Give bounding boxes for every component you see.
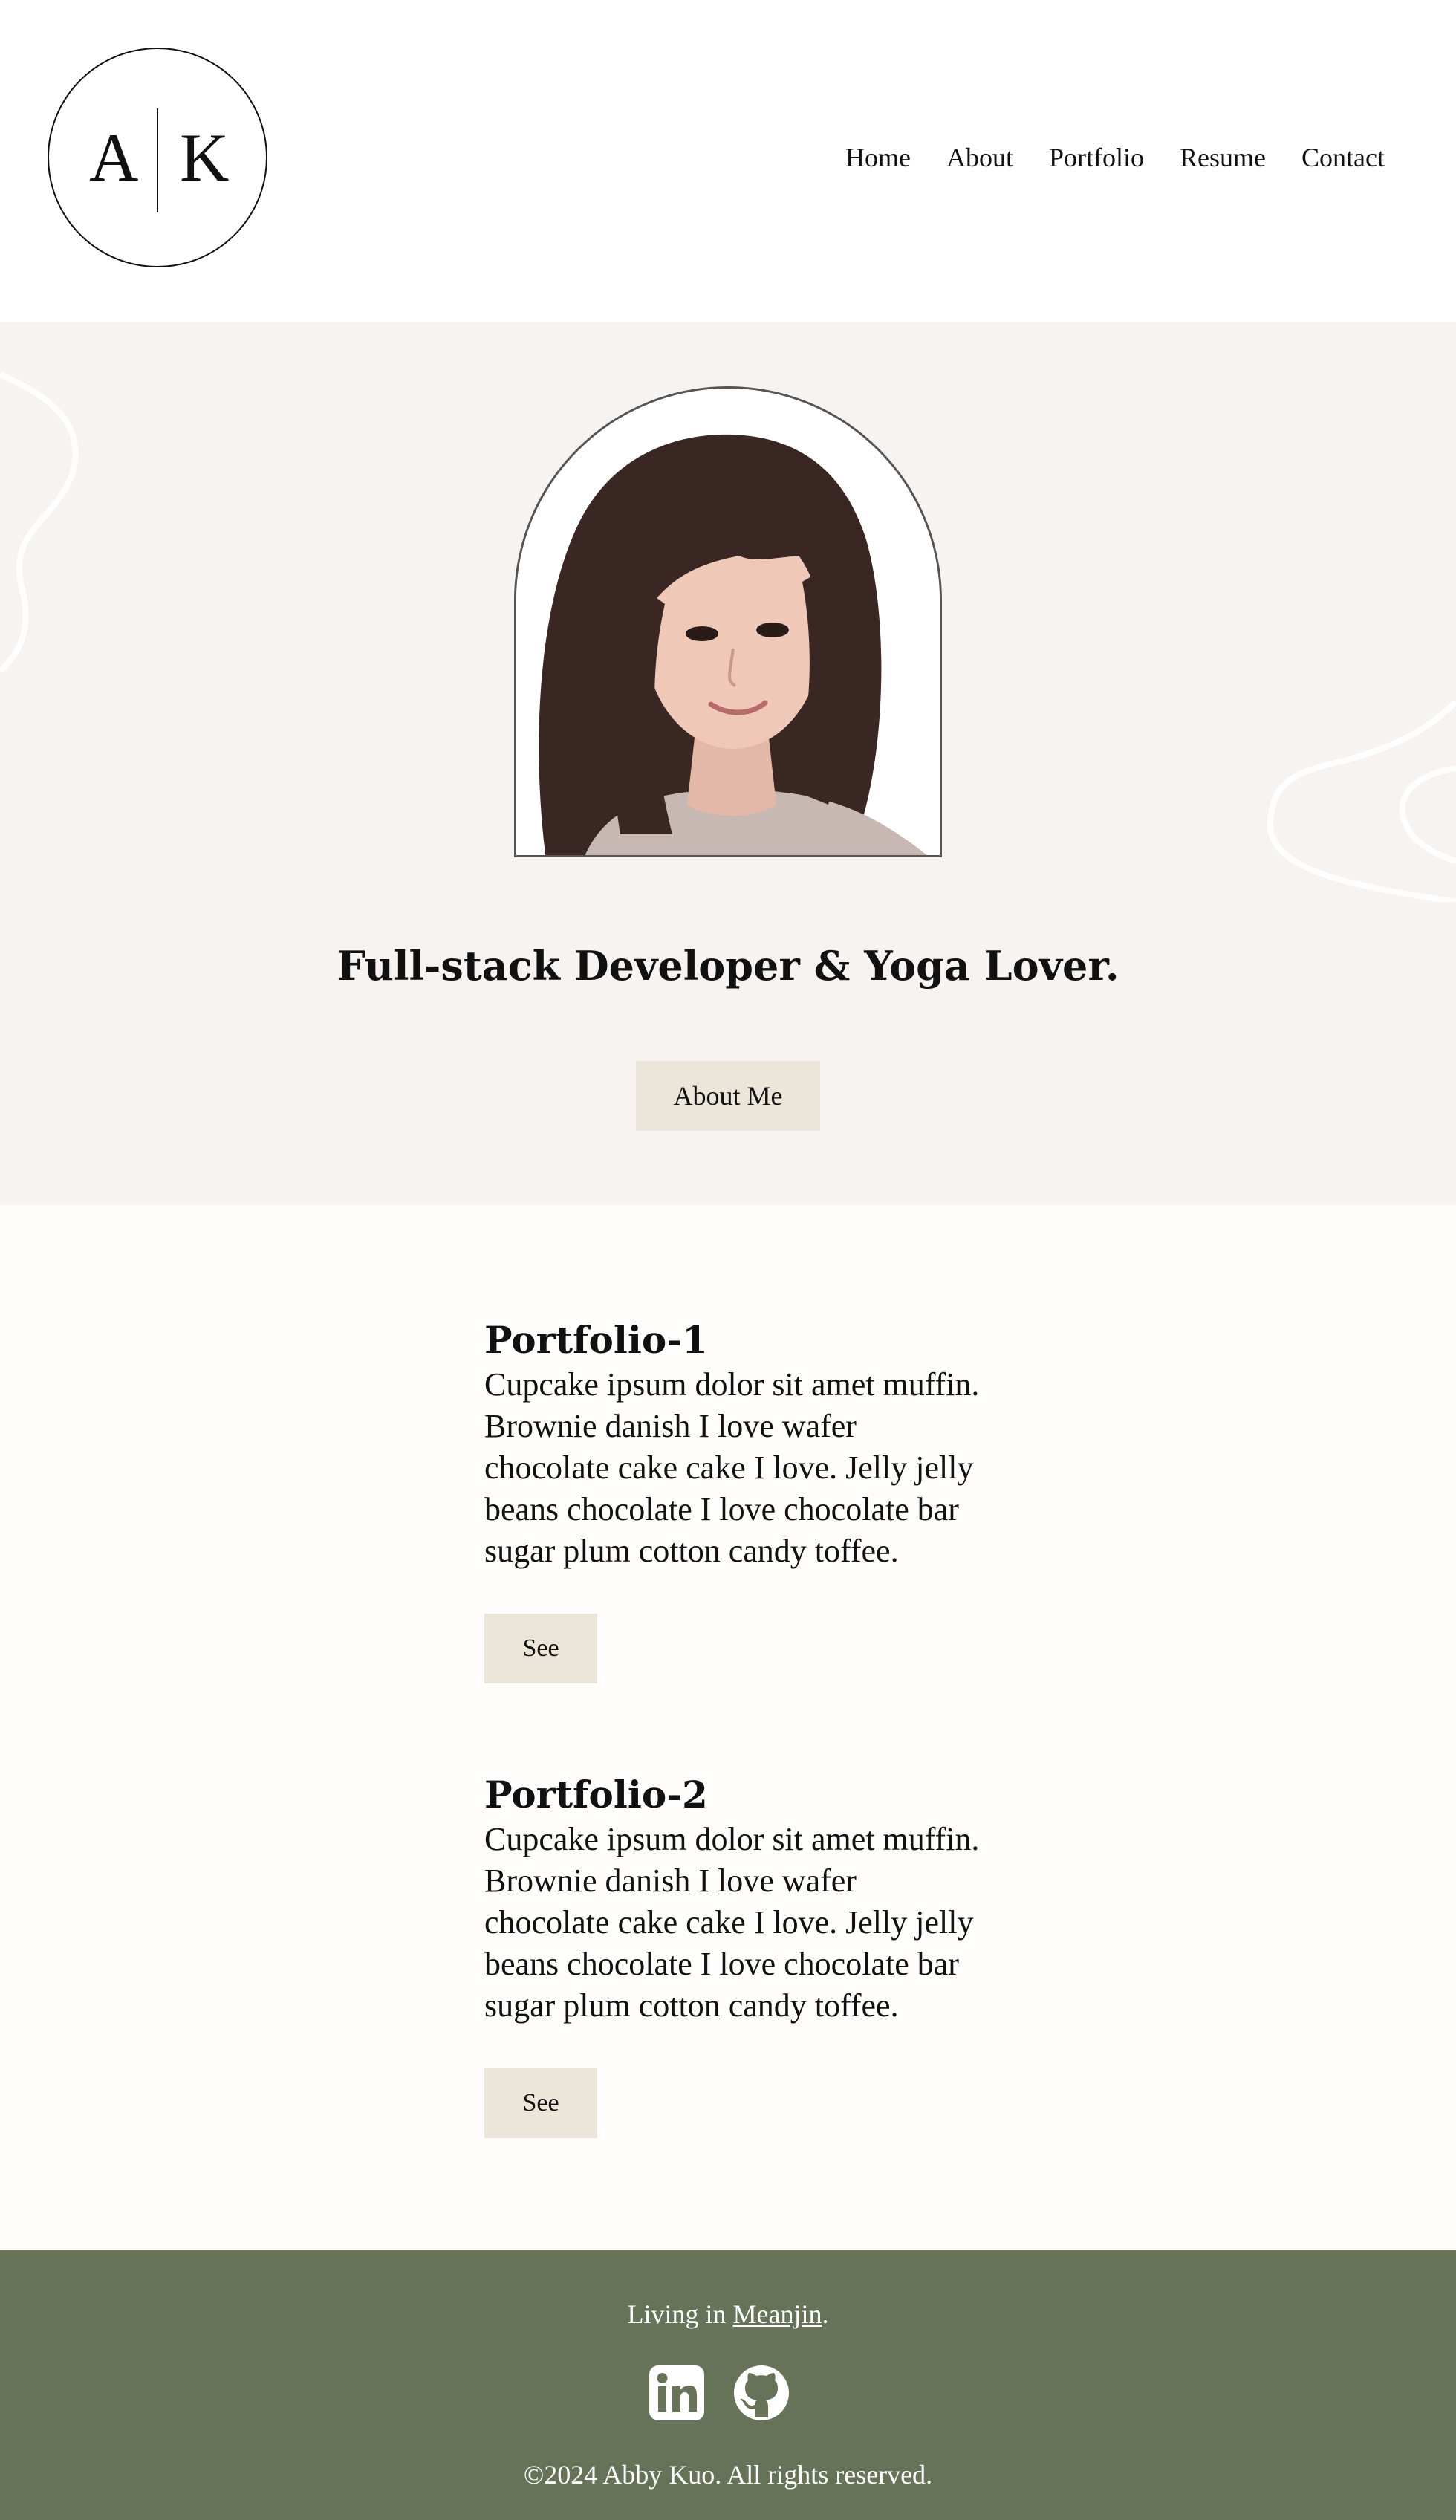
left-squiggle-decoration — [0, 371, 79, 672]
location-link[interactable]: Meanjin — [733, 2299, 822, 2329]
linkedin-icon[interactable] — [648, 2364, 706, 2422]
portfolio-section: Portfolio-1 Cupcake ipsum dolor sit amet… — [0, 1205, 1456, 2250]
right-squiggle-decoration — [1267, 701, 1456, 902]
main-nav: Home About Portfolio Resume Contact — [845, 138, 1385, 177]
portfolio-title: Portfolio-2 — [484, 1773, 708, 1816]
nav-portfolio[interactable]: Portfolio — [1049, 138, 1144, 177]
hero-section: Full-stack Developer & Yoga Lover. About… — [0, 322, 1456, 1205]
living-prefix: Living in — [627, 2299, 733, 2329]
see-portfolio-1-button[interactable]: See — [484, 1614, 597, 1683]
portfolio-card: Portfolio-2 Cupcake ipsum dolor sit amet… — [484, 1771, 989, 2138]
living-suffix: . — [822, 2299, 829, 2329]
site-logo[interactable]: A K — [48, 48, 267, 267]
about-me-button[interactable]: About Me — [636, 1061, 820, 1131]
nav-resume[interactable]: Resume — [1180, 138, 1266, 177]
nav-home[interactable]: Home — [845, 138, 911, 177]
profile-photo — [514, 386, 942, 857]
hero-title: Full-stack Developer & Yoga Lover. — [337, 942, 1119, 990]
portfolio-description: Cupcake ipsum dolor sit amet muffin. Bro… — [484, 1366, 980, 1569]
logo-divider — [157, 108, 158, 212]
portfolio-card: Portfolio-1 Cupcake ipsum dolor sit amet… — [484, 1316, 989, 1683]
social-links — [648, 2364, 790, 2422]
site-footer: Living in Meanjin. ©2024 Abby Kuo. All r… — [0, 2250, 1456, 2520]
nav-about[interactable]: About — [946, 138, 1013, 177]
nav-contact[interactable]: Contact — [1301, 138, 1385, 177]
footer-location-text: Living in Meanjin. — [0, 2296, 1456, 2333]
site-header: A K Home About Portfolio Resume Contact — [0, 0, 1456, 322]
github-icon[interactable] — [732, 2364, 790, 2422]
portfolio-title: Portfolio-1 — [484, 1318, 708, 1362]
logo-letter-a: A — [89, 120, 139, 195]
logo-letter-k: K — [180, 120, 230, 195]
copyright-text: ©2024 Abby Kuo. All rights reserved. — [523, 2460, 933, 2490]
portfolio-description: Cupcake ipsum dolor sit amet muffin. Bro… — [484, 1821, 980, 2024]
see-portfolio-2-button[interactable]: See — [484, 2068, 597, 2138]
